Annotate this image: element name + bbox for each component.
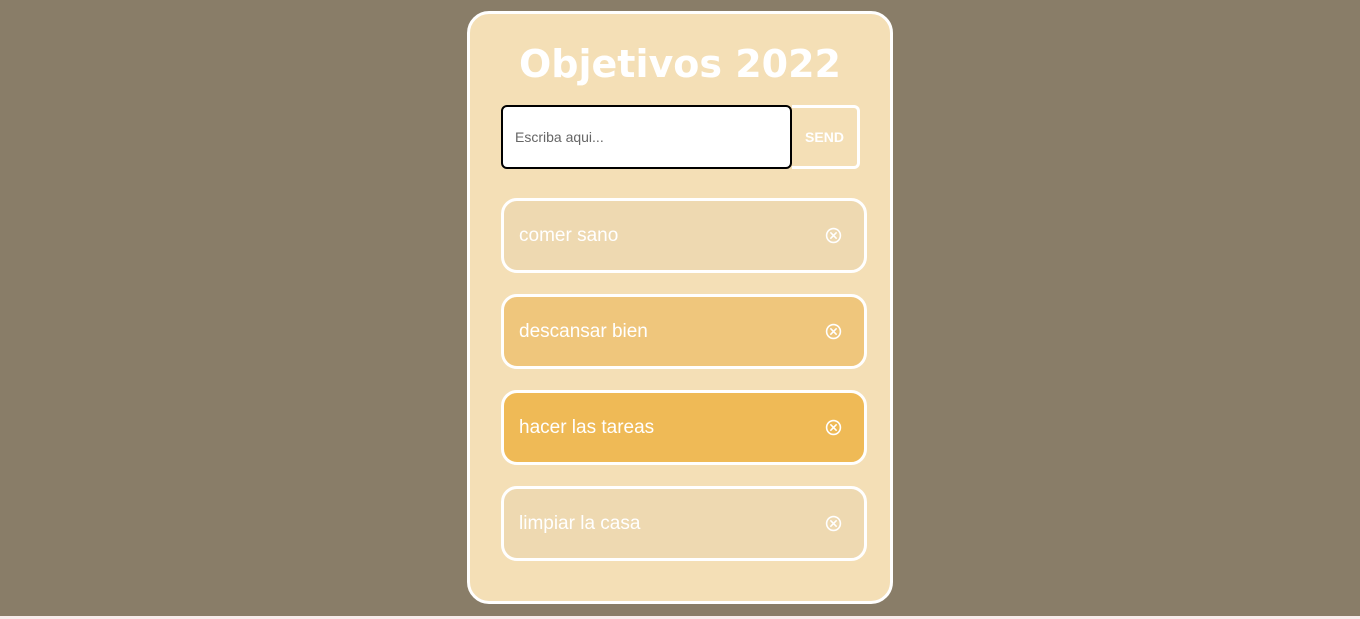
todo-app-card: Objetivos 2022 SEND comer sano descansar… — [467, 11, 893, 604]
circle-x-icon[interactable] — [825, 419, 842, 436]
todo-item[interactable]: descansar bien — [501, 294, 867, 369]
todo-item[interactable]: hacer las tareas — [501, 390, 867, 465]
todo-text: descansar bien — [519, 321, 648, 342]
task-input[interactable] — [501, 105, 792, 169]
todo-text: hacer las tareas — [519, 417, 655, 438]
todo-text: limpiar la casa — [519, 513, 641, 534]
circle-x-icon[interactable] — [825, 515, 842, 532]
todo-item[interactable]: comer sano — [501, 198, 867, 273]
send-button[interactable]: SEND — [792, 105, 860, 169]
todo-item[interactable]: limpiar la casa — [501, 486, 867, 561]
todo-text: comer sano — [519, 225, 619, 246]
circle-x-icon[interactable] — [825, 227, 842, 244]
todo-list: comer sano descansar bien hacer las tare… — [501, 198, 867, 582]
page-title: Objetivos 2022 — [519, 42, 841, 86]
circle-x-icon[interactable] — [825, 323, 842, 340]
